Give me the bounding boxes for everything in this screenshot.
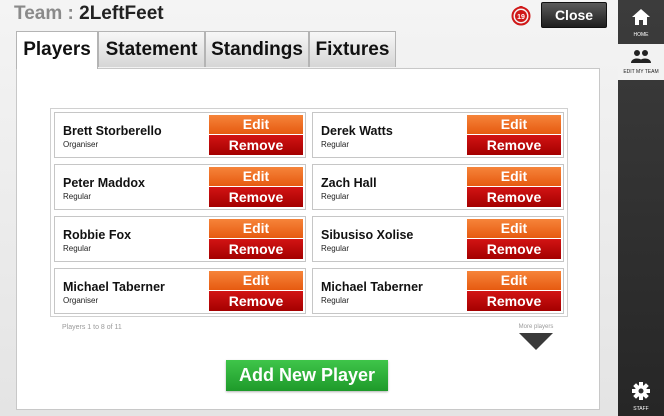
- close-button[interactable]: Close: [541, 2, 607, 28]
- main-area: Team : 2LeftFeet 19 Close Players Statem…: [0, 0, 618, 416]
- remove-button[interactable]: Remove: [467, 135, 561, 155]
- add-new-player-button[interactable]: Add New Player: [226, 360, 388, 391]
- player-name: Robbie Fox: [63, 228, 132, 242]
- players-grid: Brett Storberello Organiser Edit Remove …: [50, 108, 568, 317]
- sidebar: HOME EDIT MY TEAM STAFF: [618, 0, 664, 416]
- player-name: Michael Taberner: [63, 280, 165, 294]
- remove-button[interactable]: Remove: [467, 187, 561, 207]
- gear-icon: [632, 382, 650, 400]
- player-role: Organiser: [63, 296, 99, 305]
- sidebar-label-home: HOME: [633, 32, 649, 38]
- player-role: Organiser: [63, 140, 99, 149]
- team-icon: [631, 50, 651, 63]
- player-card: Peter Maddox Regular Edit Remove: [54, 164, 306, 210]
- player-name: Sibusiso Xolise: [321, 228, 414, 242]
- pager-text: Players 1 to 8 of 11: [62, 324, 122, 331]
- remove-button[interactable]: Remove: [209, 239, 303, 259]
- player-card: Brett Storberello Organiser Edit Remove: [54, 112, 306, 158]
- edit-button[interactable]: Edit: [467, 271, 561, 290]
- sidebar-item-staff[interactable]: STAFF: [618, 380, 664, 412]
- sidebar-item-edit-team[interactable]: EDIT MY TEAM: [618, 44, 664, 80]
- player-card: Sibusiso Xolise Regular Edit Remove: [312, 216, 564, 262]
- remove-button[interactable]: Remove: [467, 291, 561, 311]
- remove-button[interactable]: Remove: [209, 291, 303, 311]
- edit-button[interactable]: Edit: [209, 271, 303, 290]
- home-icon: [632, 9, 650, 25]
- player-role: Regular: [321, 192, 350, 201]
- player-card: Michael Taberner Organiser Edit Remove: [54, 268, 306, 314]
- sidebar-label-edit-team: EDIT MY TEAM: [623, 69, 659, 75]
- remove-button[interactable]: Remove: [467, 239, 561, 259]
- player-name: Brett Storberello: [63, 124, 162, 138]
- remove-button[interactable]: Remove: [209, 135, 303, 155]
- player-role: Regular: [321, 244, 350, 253]
- player-name: Derek Watts: [321, 124, 393, 138]
- player-role: Regular: [63, 244, 92, 253]
- player-name: Michael Taberner: [321, 280, 423, 294]
- tab-fixtures[interactable]: Fixtures: [309, 31, 396, 67]
- more-players-arrow-icon[interactable]: [519, 333, 553, 350]
- tab-standings[interactable]: Standings: [205, 31, 309, 67]
- edit-button[interactable]: Edit: [467, 115, 561, 134]
- player-name: Peter Maddox: [63, 176, 145, 190]
- player-card: Michael Taberner Regular Edit Remove: [312, 268, 564, 314]
- player-name: Zach Hall: [321, 176, 377, 190]
- player-role: Regular: [63, 192, 92, 201]
- timer-value: 19: [517, 14, 525, 21]
- edit-button[interactable]: Edit: [467, 219, 561, 238]
- sidebar-item-home[interactable]: HOME: [618, 4, 664, 38]
- edit-button[interactable]: Edit: [209, 219, 303, 238]
- player-role: Regular: [321, 140, 350, 149]
- player-card: Derek Watts Regular Edit Remove: [312, 112, 564, 158]
- tab-players[interactable]: Players: [16, 31, 98, 69]
- player-card: Robbie Fox Regular Edit Remove: [54, 216, 306, 262]
- team-label: Team :: [14, 3, 74, 24]
- remove-button[interactable]: Remove: [209, 187, 303, 207]
- timer-icon: 19: [511, 6, 531, 26]
- team-name: 2LeftFeet: [79, 3, 164, 24]
- edit-button[interactable]: Edit: [209, 167, 303, 186]
- player-card: Zach Hall Regular Edit Remove: [312, 164, 564, 210]
- page-title: Team : 2LeftFeet: [14, 3, 164, 25]
- tab-statement[interactable]: Statement: [98, 31, 205, 67]
- more-players-label: More players: [518, 324, 554, 330]
- edit-button[interactable]: Edit: [209, 115, 303, 134]
- edit-button[interactable]: Edit: [467, 167, 561, 186]
- player-role: Regular: [321, 296, 350, 305]
- sidebar-label-staff: STAFF: [633, 406, 649, 412]
